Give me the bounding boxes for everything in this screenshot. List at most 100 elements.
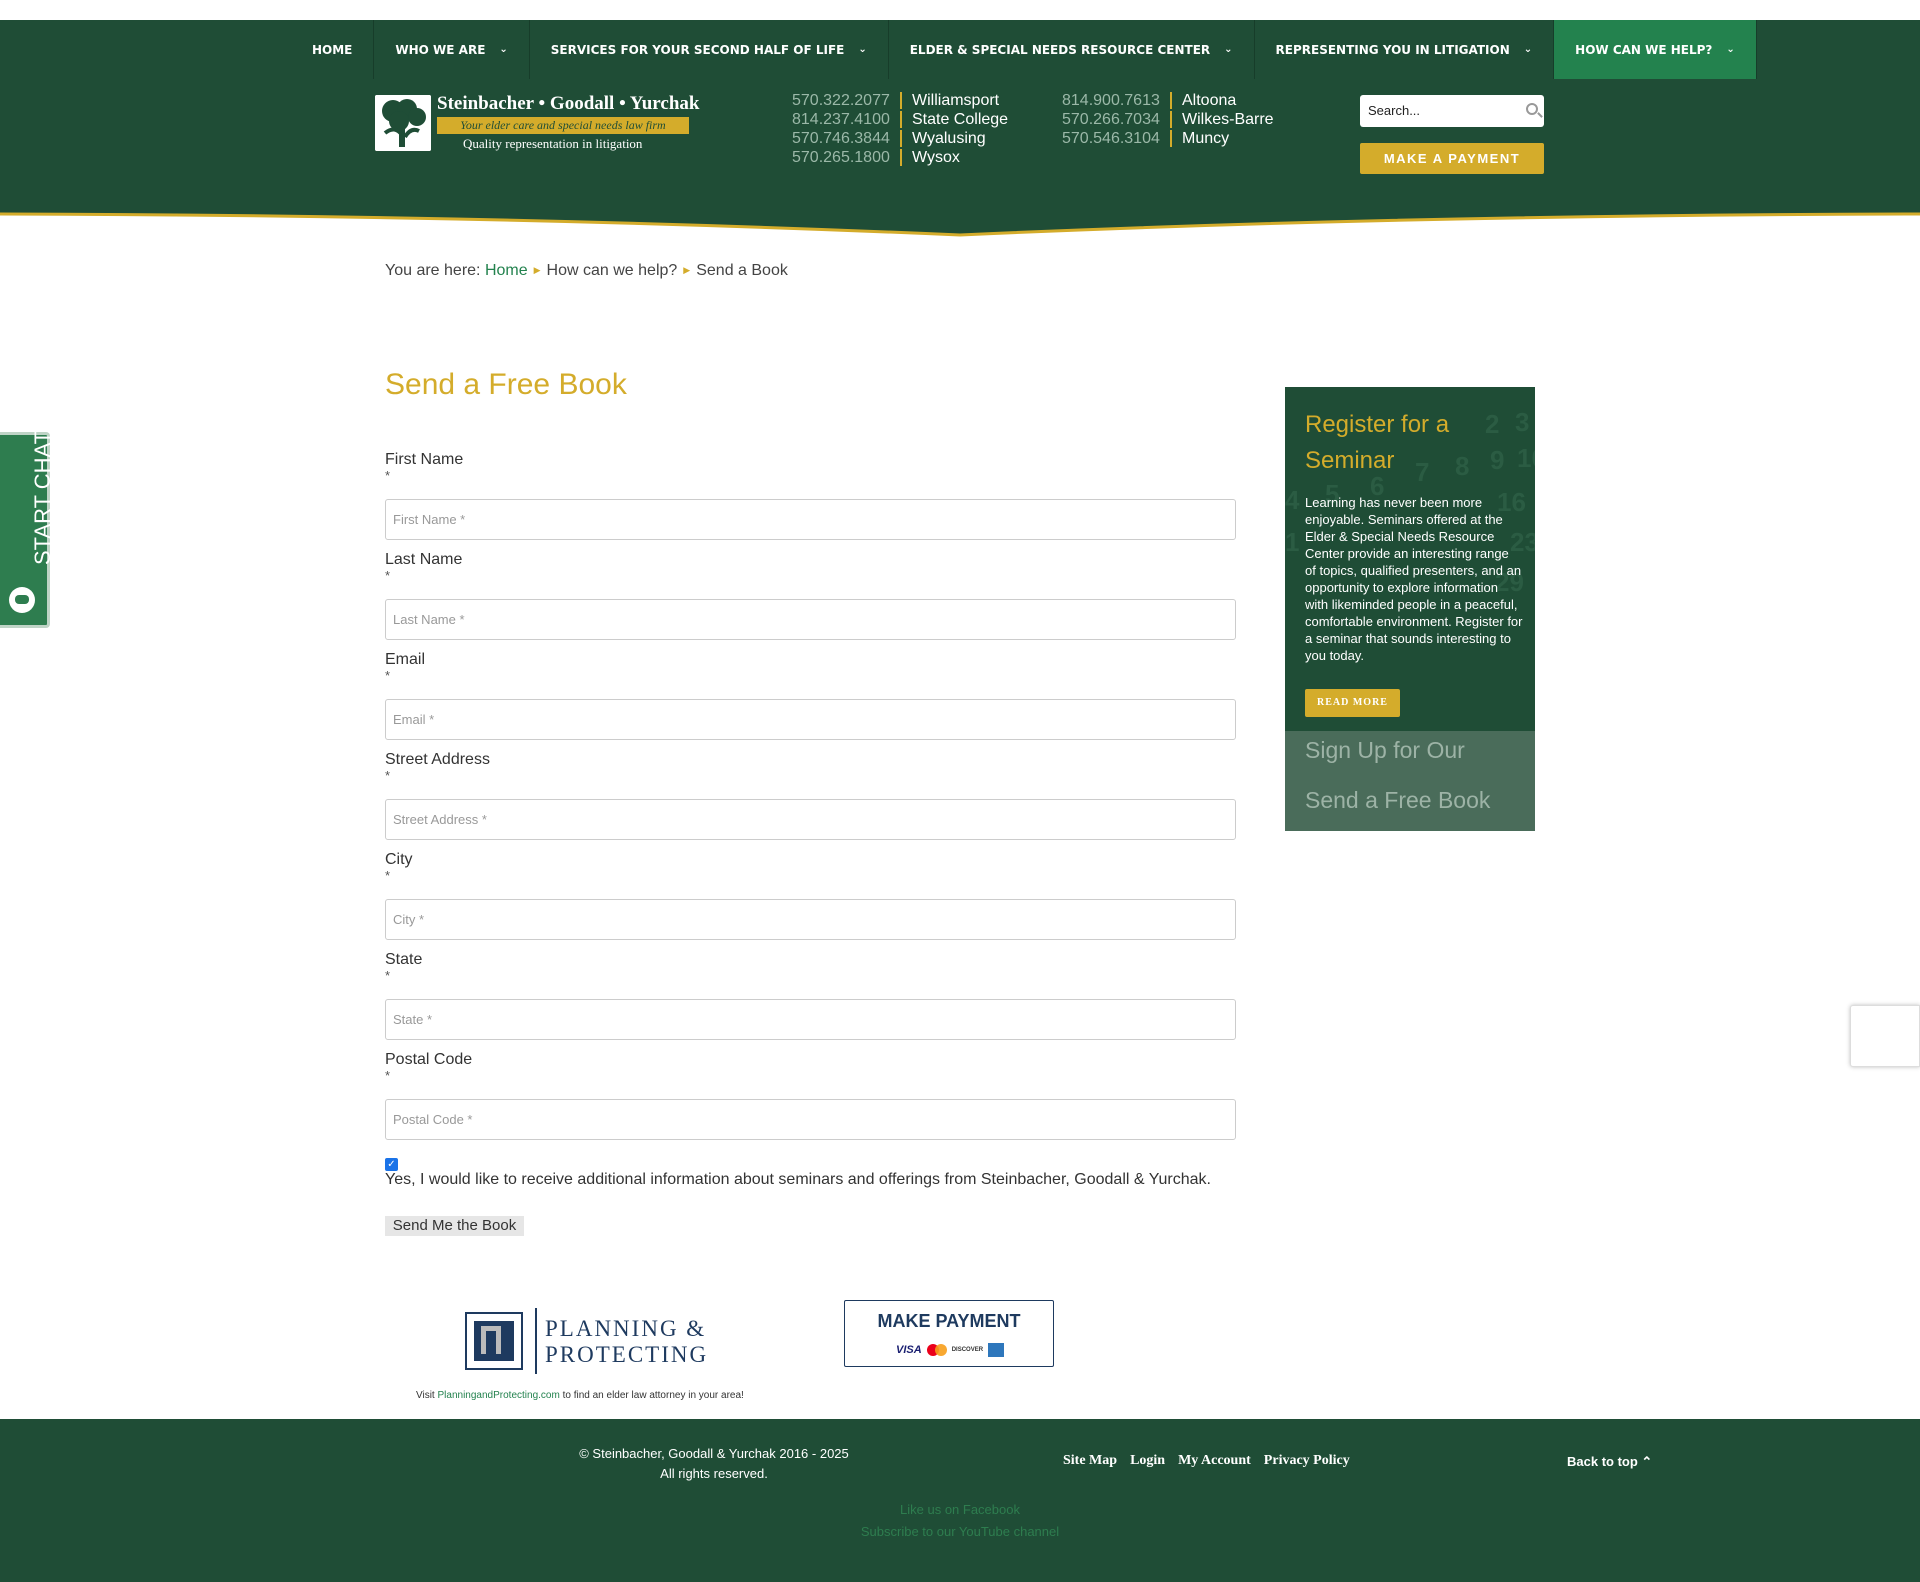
phone-number[interactable]: 570.265.1800 [792, 148, 900, 167]
opt-in-label: Yes, I would like to receive additional … [385, 1171, 1211, 1188]
footer-link-privacy-policy[interactable]: Privacy Policy [1264, 1453, 1350, 1469]
pp-visit-prefix: Visit [416, 1390, 435, 1401]
field-label: Last Name [385, 551, 463, 568]
nav-item-litigation[interactable]: REPRESENTING YOU IN LITIGATION ⌄ [1255, 20, 1555, 79]
nav-label: WHO WE ARE [395, 42, 486, 57]
field-label: Email [385, 651, 426, 668]
phone-number[interactable]: 570.746.3844 [792, 129, 900, 148]
search-input[interactable]: Search... [1360, 95, 1544, 127]
facebook-link[interactable]: Like us on Facebook [0, 1499, 1920, 1521]
first-name-input[interactable]: First Name * [385, 499, 1236, 540]
site-logo[interactable]: Steinbacher • Goodall • Yurchak Your eld… [375, 93, 699, 153]
make-a-payment-button[interactable]: MAKE A PAYMENT [1360, 143, 1544, 174]
back-to-top-link[interactable]: Back to top ⌃ [1567, 1454, 1652, 1470]
pp-monogram-icon [465, 1312, 523, 1370]
nav-item-home[interactable]: HOME [291, 20, 375, 79]
required-marker: * [385, 668, 391, 683]
send-free-book-link[interactable]: Send a Free Book [1305, 787, 1490, 814]
phone-number[interactable]: 570.322.2077 [792, 91, 900, 110]
phone-separator [1170, 111, 1172, 128]
phone-city: State College [912, 111, 1009, 128]
required-marker: * [385, 968, 391, 983]
social-links: Like us on Facebook Subscribe to our You… [0, 1499, 1920, 1543]
pp-visit-link[interactable]: PlanningandProtecting.com [438, 1390, 560, 1401]
required-marker: * [385, 468, 391, 483]
breadcrumb: You are here: Home ▶ How can we help? ▶ Send… [385, 262, 788, 280]
phone-separator [900, 130, 902, 147]
phone-list-1: 570.322.2077 Williamsport 814.237.4100 Sta… [792, 91, 1008, 167]
postal-code-input[interactable]: Postal Code * [385, 1099, 1236, 1140]
chevron-up-icon: ⌃ [1641, 1454, 1653, 1469]
field-label: Postal Code [385, 1051, 473, 1068]
chevron-down-icon: ⌄ [1726, 44, 1735, 55]
field-label: First Name [385, 451, 464, 468]
email-field: Email * Email * [385, 650, 1236, 750]
phone-separator [1170, 92, 1172, 109]
footer-link-my-account[interactable]: My Account [1178, 1453, 1251, 1469]
pp-wordmark: PLANNING & PROTECTING [545, 1316, 708, 1368]
phone-number[interactable]: 814.237.4100 [792, 110, 900, 129]
breadcrumb-home-link[interactable]: Home [485, 262, 528, 279]
pp-line-1: PLANNING & [545, 1316, 707, 1341]
back-to-top-label: Back to top [1567, 1454, 1638, 1469]
required-marker: * [385, 768, 391, 783]
nav-item-resource-center[interactable]: ELDER & SPECIAL NEEDS RESOURCE CENTER ⌄ [889, 20, 1255, 79]
phone-separator [900, 92, 902, 109]
footer-links: Site Map Login My Account Privacy Policy [1063, 1453, 1350, 1469]
planning-protecting-logo[interactable]: PLANNING & PROTECTING [465, 1308, 725, 1374]
breadcrumb-item: How can we help? [546, 262, 678, 279]
send-me-the-book-button[interactable]: Send Me the Book [385, 1216, 524, 1236]
amex-icon [988, 1343, 1005, 1357]
breadcrumb-current: Send a Book [696, 262, 788, 279]
field-label: State [385, 951, 423, 968]
phone-city: Altoona [1182, 92, 1237, 109]
top-strip [0, 0, 1920, 20]
state-input[interactable]: State * [385, 999, 1236, 1040]
chevron-down-icon: ⌄ [499, 44, 508, 55]
phone-separator [900, 111, 902, 128]
street-address-field: Street Address * Street Address * [385, 750, 1236, 850]
phone-city: Williamsport [912, 92, 1000, 109]
phone-number[interactable]: 570.546.3104 [1062, 129, 1170, 148]
logo-firm-name: Steinbacher • Goodall • Yurchak [437, 93, 700, 114]
nav-label: HOW CAN WE HELP? [1575, 42, 1713, 57]
city-input[interactable]: City * [385, 899, 1236, 940]
search-icon[interactable] [1526, 103, 1538, 115]
phone-row: 814.900.7613 Altoona [1062, 91, 1274, 110]
page-title: Send a Free Book [385, 368, 627, 401]
chevron-down-icon: ⌄ [1224, 44, 1233, 55]
required-marker: * [385, 568, 391, 583]
nav-label: ELDER & SPECIAL NEEDS RESOURCE CENTER [909, 42, 1211, 57]
send-book-form: First Name * First Name * Last Name * La… [385, 450, 1236, 1150]
nav-item-services[interactable]: SERVICES FOR YOUR SECOND HALF OF LIFE ⌄ [530, 20, 889, 79]
read-more-button[interactable]: READ MORE [1305, 689, 1400, 717]
visa-icon: VISA [896, 1344, 922, 1356]
phone-list-2: 814.900.7613 Altoona 570.266.7034 Wilkes-B… [1062, 91, 1274, 148]
footer-link-site-map[interactable]: Site Map [1063, 1453, 1117, 1469]
mastercard-icon [926, 1344, 947, 1356]
chevron-down-icon: ⌄ [858, 44, 867, 55]
phone-row: 570.266.7034 Wilkes-Barre [1062, 110, 1274, 129]
opt-in-checkbox[interactable]: ✓ [385, 1158, 398, 1171]
make-payment-card[interactable]: MAKE PAYMENT VISA DISCOVER [844, 1300, 1054, 1367]
phone-number[interactable]: 814.900.7613 [1062, 91, 1170, 110]
street-address-input[interactable]: Street Address * [385, 799, 1236, 840]
nav-label: REPRESENTING YOU IN LITIGATION [1275, 42, 1510, 57]
last-name-input[interactable]: Last Name * [385, 599, 1236, 640]
sign-up-link[interactable]: Sign Up for Our [1305, 737, 1465, 764]
nav-item-how-can-we-help[interactable]: HOW CAN WE HELP? ⌄ [1554, 20, 1757, 79]
footer-link-login[interactable]: Login [1130, 1453, 1165, 1469]
start-chat-label: START CHAT [30, 430, 55, 565]
phone-row: 570.265.1800 Wysox [792, 148, 1008, 167]
nav-label: HOME [312, 42, 353, 57]
start-chat-tab[interactable]: START CHAT [0, 431, 55, 628]
youtube-link[interactable]: Subscribe to our YouTube channel [0, 1521, 1920, 1543]
email-input[interactable]: Email * [385, 699, 1236, 740]
nav-item-who-we-are[interactable]: WHO WE ARE ⌄ [374, 20, 530, 79]
phone-number[interactable]: 570.266.7034 [1062, 110, 1170, 129]
recaptcha-badge[interactable] [1850, 1005, 1920, 1067]
seminar-title[interactable]: Register for a Seminar [1305, 407, 1515, 479]
discover-icon: DISCOVER [951, 1347, 984, 1353]
pp-visit-text: Visit PlanningandProtecting.com to find … [416, 1390, 744, 1401]
card-logos: VISA DISCOVER [896, 1343, 1005, 1357]
